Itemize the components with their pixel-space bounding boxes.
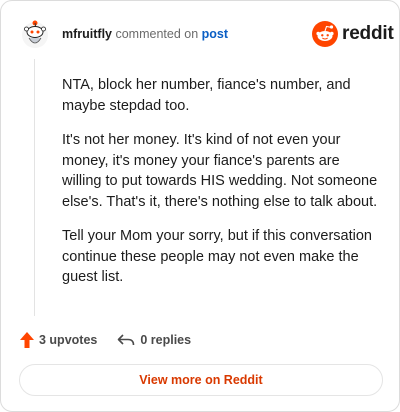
upvote-count: 3 upvotes — [39, 333, 98, 347]
user-avatar[interactable] — [19, 18, 51, 50]
comment-body: NTA, block her number, fiance's number, … — [62, 75, 382, 302]
reply-count: 0 replies — [140, 333, 192, 347]
comment-footer: 3 upvotes 0 replies — [19, 331, 191, 349]
username-link[interactable]: mfruitfly — [62, 27, 112, 41]
post-link[interactable]: post — [202, 27, 228, 41]
action-text: commented on — [115, 27, 199, 41]
reddit-wordmark: reddit — [342, 23, 394, 44]
comment-paragraph: NTA, block her number, fiance's number, … — [62, 77, 351, 114]
comment-paragraph: Tell your Mom your sorry, but if this co… — [62, 228, 372, 285]
view-more-button[interactable]: View more on Reddit — [19, 364, 383, 396]
comment-header: mfruitfly commented on post — [62, 26, 228, 42]
upvote-arrow-icon[interactable] — [19, 331, 35, 349]
comment-embed-card: mfruitfly commented on post reddit NTA, … — [0, 0, 400, 412]
thread-line — [34, 59, 35, 316]
comment-paragraph: It's not her money. It's kind of not eve… — [62, 132, 378, 210]
reddit-snoo-icon — [312, 21, 338, 47]
reddit-logo[interactable]: reddit — [312, 21, 394, 47]
reply-arrow-icon[interactable] — [117, 333, 135, 347]
